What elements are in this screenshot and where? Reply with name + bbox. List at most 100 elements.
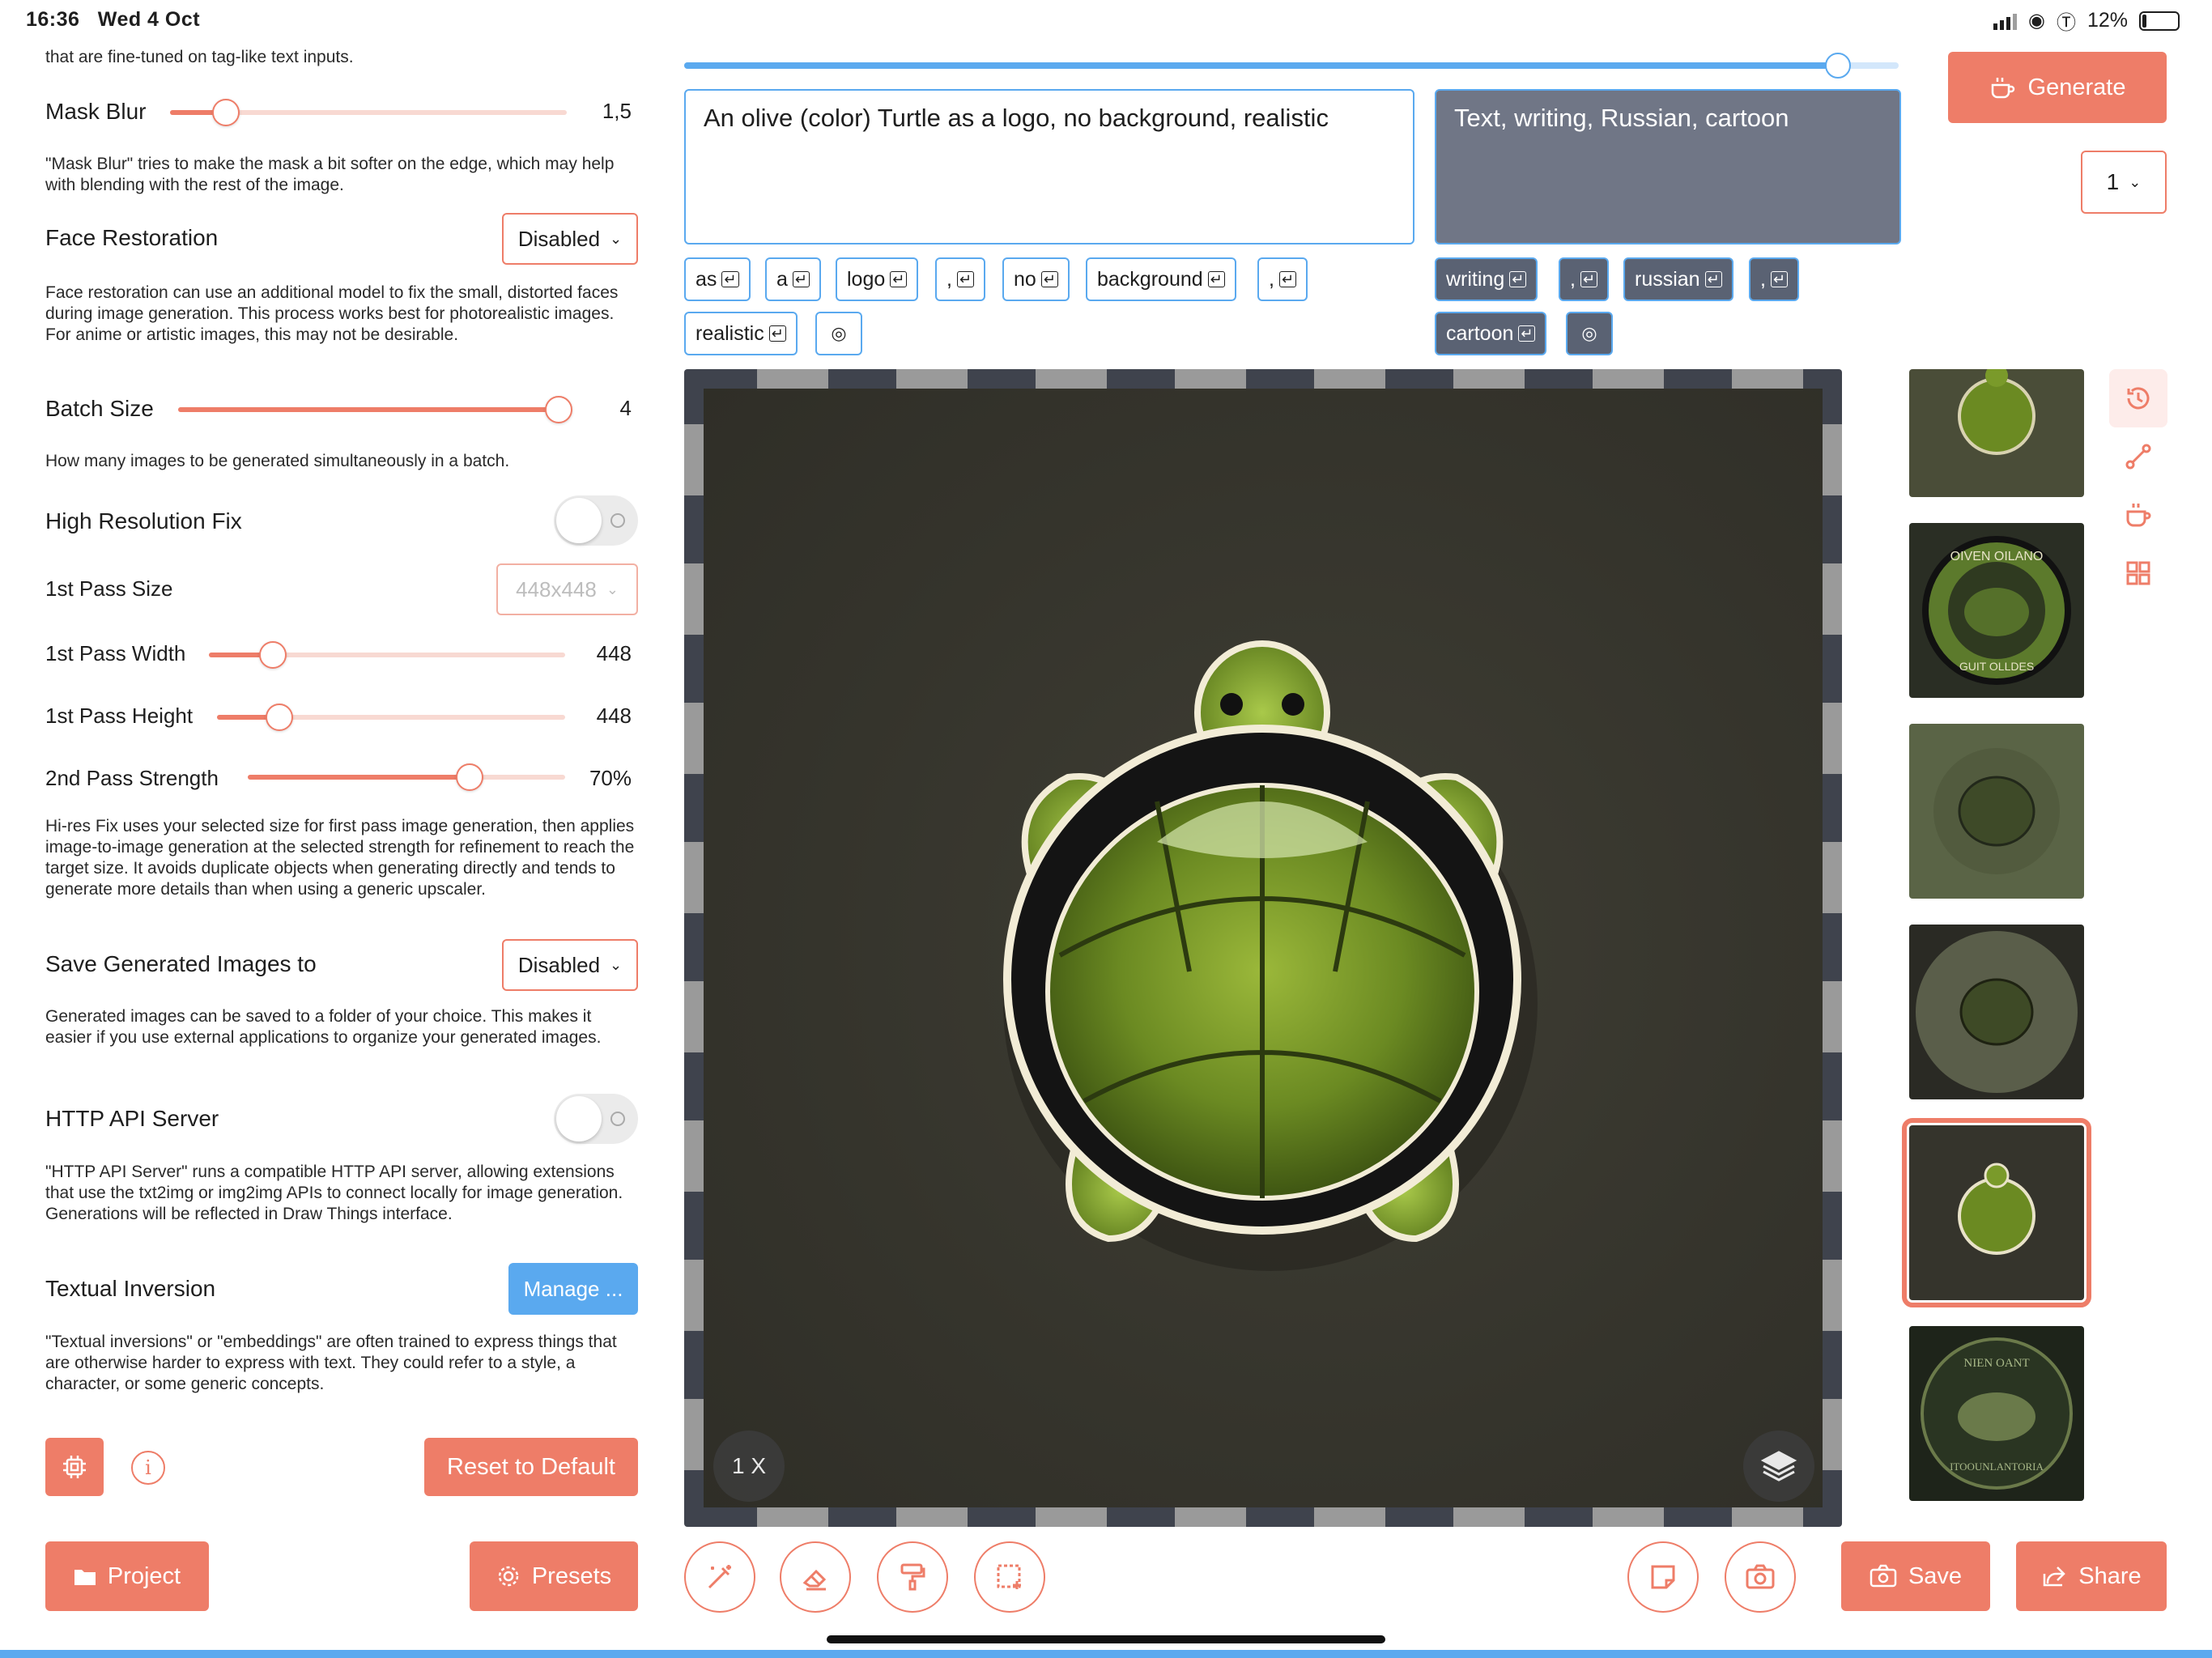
canvas-border-dash [1453, 369, 1525, 389]
negative-chip[interactable]: , ↵ [1749, 257, 1800, 301]
save-images-label: Save Generated Images to [45, 951, 317, 976]
grid-tab[interactable] [2109, 544, 2167, 602]
positive-prompt-input[interactable]: An olive (color) Turtle as a logo, no ba… [684, 89, 1414, 244]
selection-tool[interactable] [974, 1541, 1045, 1613]
image-canvas[interactable] [684, 369, 1842, 1527]
chip-icon-button[interactable] [45, 1438, 104, 1496]
home-indicator[interactable] [827, 1635, 1385, 1643]
save-label: Save [1908, 1562, 1963, 1589]
mask-blur-slider[interactable] [170, 99, 567, 126]
manage-textual-inversion-button[interactable]: Manage ... [508, 1263, 638, 1315]
generation-progress-slider[interactable] [684, 53, 1899, 79]
history-thumbnail[interactable] [1909, 369, 2084, 497]
hires-fix-toggle[interactable] [554, 495, 638, 546]
prompt-chip[interactable]: background ↵ [1086, 257, 1236, 301]
prompt-chip[interactable]: logo ↵ [836, 257, 919, 301]
second-pass-strength-thumb[interactable] [456, 763, 484, 791]
canvas-border-dash [1823, 1260, 1842, 1331]
magic-wand-tool[interactable] [684, 1541, 755, 1613]
prompt-chip[interactable]: , ↵ [935, 257, 986, 301]
hires-fix-description: Hi-res Fix uses your selected size for f… [45, 817, 635, 899]
camera-button[interactable] [1725, 1541, 1796, 1613]
history-thumbnail[interactable]: OIVEN OILANO GUIT OLLDES [1909, 523, 2084, 698]
http-api-toggle[interactable] [554, 1094, 638, 1144]
history-tab[interactable] [2109, 369, 2167, 427]
first-pass-height-slider[interactable] [217, 704, 565, 731]
first-pass-height-thumb[interactable] [266, 704, 294, 731]
first-pass-width-label: 1st Pass Width [45, 641, 186, 665]
canvas-border-dash [1823, 1120, 1842, 1192]
progress-fill [684, 62, 1838, 69]
progress-knob[interactable] [1825, 53, 1851, 79]
layers-button[interactable] [1743, 1431, 1814, 1502]
negative-chip[interactable]: russian ↵ [1623, 257, 1733, 301]
canvas-border-dash [1823, 703, 1842, 774]
coffee-cup-icon [2126, 504, 2151, 527]
coffee-tab[interactable] [2109, 486, 2167, 544]
prompt-chip[interactable]: realistic ↵ [684, 312, 798, 355]
info-icon[interactable]: i [131, 1451, 165, 1485]
turtle-thumbnail-image [1958, 1163, 2035, 1255]
cellular-icon [1993, 12, 2017, 30]
negative-chip[interactable]: writing ↵ [1435, 257, 1538, 301]
first-pass-height-label: 1st Pass Height [45, 704, 194, 728]
return-icon: ↵ [1580, 271, 1598, 287]
prompt-chip[interactable]: as ↵ [684, 257, 751, 301]
sticky-note-button[interactable] [1627, 1541, 1699, 1613]
folder-icon [74, 1570, 96, 1585]
turtle-badge-thumbnail-image: NIEN OANT ITOOUNLANTORIA [1921, 1337, 2073, 1490]
badge-text-bottom: ITOOUNLANTORIA [1950, 1460, 2044, 1473]
generate-button[interactable]: Generate [1948, 52, 2167, 123]
history-thumbnail[interactable] [1909, 724, 2084, 899]
paint-roller-tool[interactable] [877, 1541, 948, 1613]
prompt-chip[interactable]: no ↵ [1002, 257, 1070, 301]
http-api-description: "HTTP API Server" runs a compatible HTTP… [45, 1163, 623, 1223]
presets-button[interactable]: Presets [470, 1541, 638, 1611]
return-icon: ↵ [1518, 325, 1536, 342]
http-api-label: HTTP API Server [45, 1106, 219, 1131]
first-pass-width-thumb[interactable] [259, 641, 287, 669]
history-thumbnail[interactable] [1909, 925, 2084, 1099]
chip-label: no [1014, 267, 1036, 291]
share-button[interactable]: Share [2016, 1541, 2167, 1611]
canvas-border-dash [1823, 424, 1842, 495]
canvas-border-dash [1593, 1507, 1664, 1527]
canvas-border-dash [684, 842, 704, 913]
reset-to-default-button[interactable]: Reset to Default [424, 1438, 638, 1496]
first-pass-size-dropdown[interactable]: 448x448 ⌄ [496, 563, 638, 615]
zoom-indicator[interactable]: 1 X [713, 1431, 785, 1502]
prompt-chip[interactable]: a ↵ [765, 257, 821, 301]
history-icon [2127, 387, 2150, 410]
add-positive-chip-button[interactable]: ◎ [815, 312, 862, 355]
canvas-border-dash [684, 563, 704, 635]
first-pass-height-value: 448 [596, 704, 632, 728]
return-icon: ↵ [890, 271, 908, 287]
history-thumbnail-selected[interactable] [1902, 1118, 2091, 1307]
history-thumbnail[interactable]: NIEN OANT ITOOUNLANTORIA [1909, 1326, 2084, 1501]
chip-label: cartoon [1446, 321, 1514, 345]
toggle-off-indicator [610, 513, 625, 528]
add-negative-chip-button[interactable]: ◎ [1566, 312, 1613, 355]
canvas-border-dash [1314, 1507, 1385, 1527]
first-pass-width-slider[interactable] [209, 641, 565, 669]
path-tool-tab[interactable] [2109, 427, 2167, 486]
batch-count-dropdown[interactable]: 1 ⌄ [2081, 151, 2167, 214]
face-restoration-dropdown[interactable]: Disabled ⌄ [502, 213, 638, 265]
save-button[interactable]: Save [1841, 1541, 1990, 1611]
negative-prompt-input[interactable]: Text, writing, Russian, cartoon [1435, 89, 1901, 244]
second-pass-strength-slider[interactable] [248, 763, 565, 791]
canvas-border-dash [1732, 369, 1803, 389]
mask-blur-label: Mask Blur [45, 99, 147, 124]
face-restoration-description: Face restoration can use an additional m… [45, 283, 619, 344]
second-pass-strength-value: 70% [589, 766, 632, 790]
save-images-dropdown[interactable]: Disabled ⌄ [502, 939, 638, 991]
mask-blur-value: 1,5 [602, 99, 632, 123]
batch-size-slider[interactable] [178, 396, 572, 423]
project-button[interactable]: Project [45, 1541, 209, 1611]
return-icon: ↵ [1040, 271, 1058, 287]
negative-chip[interactable]: cartoon ↵ [1435, 312, 1547, 355]
mask-blur-thumb[interactable] [211, 99, 240, 126]
eraser-tool[interactable] [780, 1541, 851, 1613]
negative-chip[interactable]: , ↵ [1559, 257, 1610, 301]
prompt-chip[interactable]: , ↵ [1257, 257, 1308, 301]
